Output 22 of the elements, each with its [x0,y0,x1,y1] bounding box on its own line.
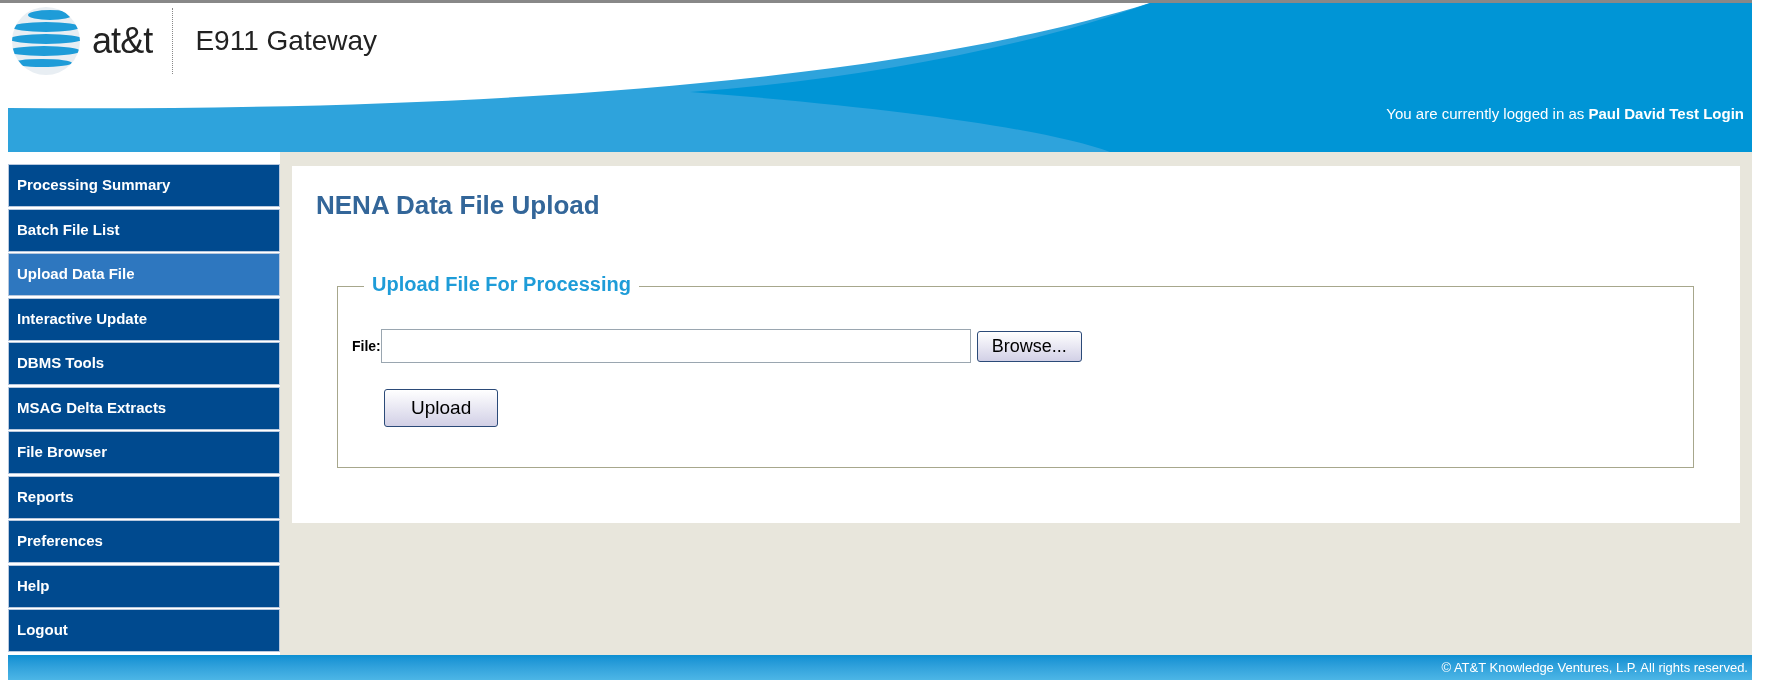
sidebar-item[interactable]: Processing Summary [8,164,280,207]
sidebar-item[interactable]: File Browser [8,431,280,474]
sidebar-item[interactable]: MSAG Delta Extracts [8,386,280,430]
fieldset-legend: Upload File For Processing [364,274,639,294]
file-label: File: [352,336,381,356]
upload-button[interactable]: Upload [384,389,499,427]
sidebar-item[interactable]: Reports [8,475,280,519]
sidebar-item[interactable]: Batch File List [8,208,280,252]
sidebar-item[interactable]: Upload Data File [8,253,280,296]
sidebar-item[interactable]: Preferences [8,520,280,563]
sidebar-item[interactable]: Help [8,564,280,608]
sidebar-item[interactable]: Interactive Update [8,297,280,341]
browse-button[interactable]: Browse... [976,330,1082,362]
app-title: E911 Gateway [195,24,378,58]
logo-text: at&t [92,19,153,63]
page-title: NENA Data File Upload [316,192,601,218]
globe-logo-icon [10,5,82,77]
sidebar-item[interactable]: Logout [8,609,280,652]
copyright-text: © AT&T Knowledge Ventures, L.P. All rights reserved. [1441,658,1748,677]
file-path-field[interactable] [380,329,971,363]
sidebar-item[interactable]: DBMS Tools [8,342,280,385]
login-status: You are currently logged in as Paul David Test Login [1386,104,1744,124]
